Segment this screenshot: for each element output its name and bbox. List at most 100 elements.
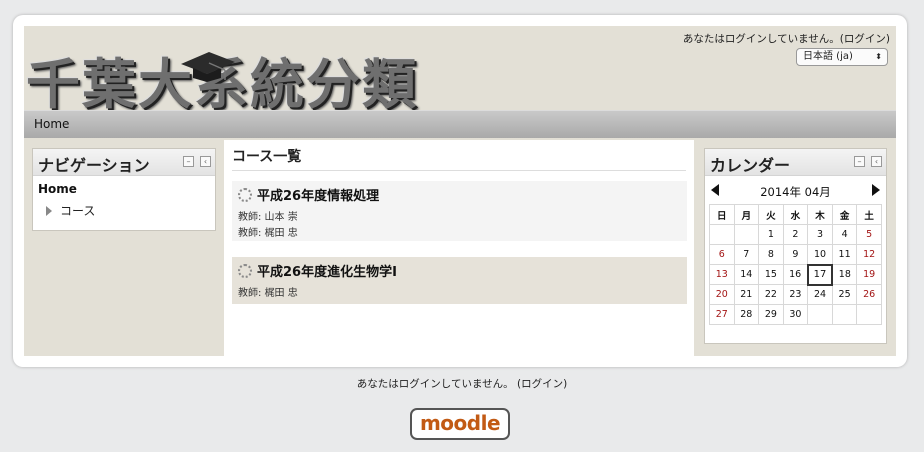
moodle-logo[interactable]: moodle [410, 408, 510, 440]
calendar-block: カレンダー – ‹ 2014年 04月 日 月 火 水 木 金 土 1 2 3 … [704, 148, 887, 344]
login-info: あなたはログインしていません。(ログイン) [683, 31, 890, 46]
calendar-week: 1 2 3 4 5 [709, 224, 882, 245]
course-box: 平成26年度情報処理 教師: 山本 崇 教師: 梶田 忠 [232, 181, 687, 241]
calendar-table: 日 月 火 水 木 金 土 1 2 3 4 5 6 7 8 9 10 11 12… [709, 204, 882, 325]
nav-item-courses-label: コース [60, 204, 96, 218]
calendar-week: 27 28 29 30 [709, 304, 882, 325]
calendar-day: 18 [831, 264, 858, 285]
calendar-day: 6 [709, 244, 735, 265]
calendar-day [709, 224, 735, 245]
calendar-day: 8 [758, 244, 784, 265]
weekday-header: 火 [758, 204, 784, 225]
calendar-day: 2 [782, 224, 809, 245]
hide-block-icon[interactable]: – [183, 156, 194, 167]
calendar-day: 25 [831, 284, 858, 305]
calendar-day: 19 [856, 264, 882, 285]
weekday-header: 日 [709, 204, 735, 225]
calendar-day [831, 304, 858, 325]
expand-arrow-icon [46, 205, 52, 216]
calendar-day: 15 [758, 264, 784, 285]
course-name-link[interactable]: 平成26年度情報処理 [257, 185, 379, 204]
dock-block-icon[interactable]: ‹ [871, 156, 882, 167]
footer-login-info: あなたはログインしていません。 (ログイン) [0, 376, 924, 391]
page-header: 千葉大系統分類 あなたはログインしていません。(ログイン) 日本語 (ja) ⬍ [24, 26, 896, 116]
calendar-day: 26 [856, 284, 882, 305]
login-link[interactable]: (ログイン) [840, 33, 890, 45]
calendar-day: 1 [758, 224, 784, 245]
calendar-day: 14 [733, 264, 760, 285]
calendar-day [733, 224, 760, 245]
calendar-day: 3 [807, 224, 833, 245]
weekday-header: 木 [807, 204, 833, 225]
calendar-day: 23 [782, 284, 809, 305]
weekday-header: 月 [733, 204, 760, 225]
navigation-block: ナビゲーション – ‹ Home コース [32, 148, 216, 231]
site-logo[interactable]: 千葉大系統分類 [26, 40, 418, 116]
hide-block-icon[interactable]: – [854, 156, 865, 167]
weekday-header: 金 [831, 204, 858, 225]
calendar-day: 20 [709, 284, 735, 305]
calendar-day: 29 [758, 304, 784, 325]
calendar-day: 11 [831, 244, 858, 265]
calendar-week: 20 21 22 23 24 25 26 [709, 284, 882, 305]
calendar-nav: 2014年 04月 [709, 182, 882, 200]
weekday-header-row: 日 月 火 水 木 金 土 [709, 204, 882, 225]
course-box: 平成26年度進化生物学I 教師: 梶田 忠 [232, 257, 687, 304]
calendar-body: 2014年 04月 日 月 火 水 木 金 土 1 2 3 4 5 6 7 8 … [705, 176, 886, 331]
calendar-week: 6 7 8 9 10 11 12 [709, 244, 882, 265]
weekday-header: 水 [782, 204, 809, 225]
calendar-block-header: カレンダー – ‹ [705, 149, 886, 176]
heading-divider [232, 170, 686, 171]
graduation-cap-icon [181, 52, 235, 82]
weekday-header: 土 [856, 204, 882, 225]
calendar-day: 12 [856, 244, 882, 265]
calendar-day: 5 [856, 224, 882, 245]
course-icon [238, 263, 252, 278]
calendar-day [807, 304, 833, 325]
footer-login-status-text: あなたはログインしていません。 [356, 378, 514, 390]
calendar-day: 10 [807, 244, 833, 265]
calendar-block-title: カレンダー [710, 156, 791, 175]
language-selected-value: 日本語 (ja) [803, 51, 853, 62]
calendar-day [856, 304, 882, 325]
course-name-link[interactable]: 平成26年度進化生物学I [257, 261, 397, 280]
main-content: コース一覧 平成26年度情報処理 教師: 山本 崇 教師: 梶田 忠 平成26年… [224, 140, 694, 356]
dock-block-icon[interactable]: ‹ [200, 156, 211, 167]
calendar-day: 30 [782, 304, 809, 325]
calendar-month-label[interactable]: 2014年 04月 [709, 184, 882, 200]
teacher: 教師: 山本 崇 [238, 212, 298, 223]
teacher-list: 教師: 山本 崇 教師: 梶田 忠 [238, 211, 681, 241]
calendar-day: 21 [733, 284, 760, 305]
calendar-day: 9 [782, 244, 809, 265]
page-inner: 千葉大系統分類 あなたはログインしていません。(ログイン) 日本語 (ja) ⬍… [24, 26, 896, 356]
login-status-text: あなたはログインしていません。 [682, 33, 840, 45]
course-icon [238, 187, 252, 202]
navigation-block-title: ナビゲーション [38, 156, 150, 175]
next-month-icon[interactable] [872, 184, 880, 196]
page-frame: 千葉大系統分類 あなたはログインしていません。(ログイン) 日本語 (ja) ⬍… [13, 15, 907, 367]
language-select[interactable]: 日本語 (ja) ⬍ [796, 48, 888, 66]
nav-item-courses[interactable]: コース [38, 202, 210, 219]
moodle-logo-text: moodle [419, 411, 501, 435]
calendar-day: 22 [758, 284, 784, 305]
navigation-block-header: ナビゲーション – ‹ [33, 149, 215, 176]
calendar-day: 24 [807, 284, 833, 305]
navbar: Home [24, 110, 896, 138]
calendar-day: 28 [733, 304, 760, 325]
calendar-day: 4 [831, 224, 858, 245]
calendar-week: 13 14 15 16 17 18 19 [709, 263, 882, 286]
calendar-day: 13 [709, 264, 735, 285]
course-header: 平成26年度進化生物学I [238, 261, 681, 280]
calendar-day: 27 [709, 304, 735, 325]
calendar-day: 16 [782, 264, 809, 285]
select-arrows-icon: ⬍ [875, 52, 882, 61]
breadcrumb-home[interactable]: Home [34, 117, 69, 131]
nav-item-home[interactable]: Home [38, 182, 210, 196]
teacher: 教師: 梶田 忠 [238, 288, 298, 299]
teacher: 教師: 梶田 忠 [238, 228, 298, 239]
course-header: 平成26年度情報処理 [238, 185, 681, 204]
footer-login-link[interactable]: (ログイン) [517, 378, 567, 390]
calendar-day-today: 17 [806, 263, 834, 286]
navigation-tree: Home コース [33, 176, 215, 225]
course-list-heading: コース一覧 [232, 149, 302, 165]
